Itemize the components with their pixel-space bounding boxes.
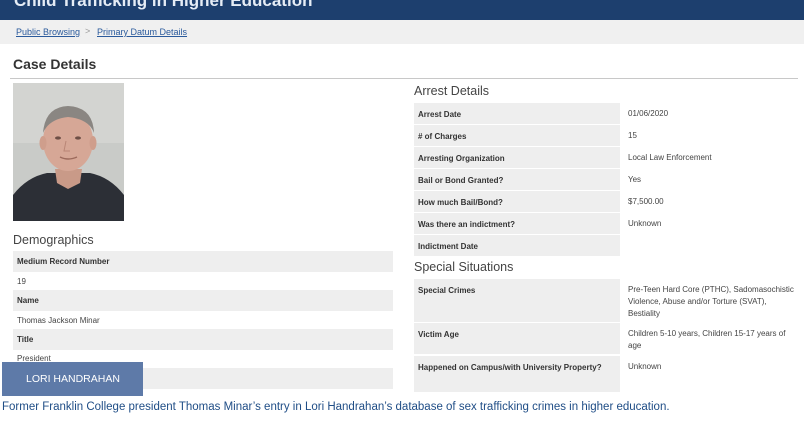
special-crimes-label: Special Crimes: [414, 279, 620, 322]
arresting-organization-label: Arresting Organization: [414, 147, 620, 168]
bail-granted-value: Yes: [628, 175, 642, 184]
special-situations-heading: Special Situations: [414, 260, 514, 274]
site-title: Child Trafficking in Higher Education: [14, 0, 313, 10]
screenshot-frame: Child Trafficking in Higher Education Pu…: [0, 0, 804, 392]
breadcrumb-primary-datum-details[interactable]: Primary Datum Details: [97, 27, 187, 37]
indictment-date-value: [628, 235, 800, 240]
name-value: Thomas Jackson Minar: [17, 316, 100, 325]
charges-value: 15: [628, 131, 637, 140]
arrest-date-label: Arrest Date: [414, 103, 620, 124]
breadcrumb: Public Browsing > Primary Datum Details: [0, 20, 804, 44]
victim-age-label: Victim Age: [414, 323, 620, 354]
indictment-date-row: Indictment Date: [414, 235, 804, 256]
image-caption: Former Franklin College president Thomas…: [2, 401, 670, 413]
bail-amount-value: $7,500.00: [628, 197, 664, 206]
bail-granted-label: Bail or Bond Granted?: [414, 169, 620, 190]
arrest-date-row: Arrest Date 01/06/2020: [414, 103, 804, 124]
special-crimes-row: Special Crimes Pre-Teen Hard Core (PTHC)…: [414, 279, 804, 322]
charges-label: # of Charges: [414, 125, 620, 146]
demographics-heading: Demographics: [13, 233, 94, 247]
breadcrumb-separator: >: [85, 26, 91, 36]
site-header: Child Trafficking in Higher Education: [0, 0, 804, 20]
page-title: Case Details: [13, 56, 97, 72]
indictment-date-label: Indictment Date: [414, 235, 620, 256]
arresting-organization-row: Arresting Organization Local Law Enforce…: [414, 147, 804, 168]
indictment-value: Unknown: [628, 219, 662, 228]
name-label: Name: [13, 290, 393, 311]
arresting-organization-value: Local Law Enforcement: [628, 153, 712, 162]
booking-photo: [13, 83, 124, 221]
title-label: Title: [13, 329, 393, 350]
booking-photo-image: [13, 83, 124, 221]
bail-amount-label: How much Bail/Bond?: [414, 191, 620, 212]
indictment-label: Was there an indictment?: [414, 213, 620, 234]
on-campus-value: Unknown: [628, 362, 662, 371]
photo-credit-badge: LORI HANDRAHAN: [2, 362, 143, 396]
medium-record-number-label: Medium Record Number: [13, 251, 393, 272]
arrest-details-heading: Arrest Details: [414, 84, 490, 98]
arrest-date-value: 01/06/2020: [628, 109, 669, 118]
title-divider: [10, 78, 798, 79]
breadcrumb-public-browsing[interactable]: Public Browsing: [16, 27, 80, 37]
medium-record-number-value: 19: [17, 277, 26, 286]
victim-age-value: Children 5-10 years, Children 15-17 year…: [628, 329, 786, 350]
special-crimes-value: Pre-Teen Hard Core (PTHC), Sadomasochist…: [628, 285, 794, 318]
on-campus-label: Happened on Campus/with University Prope…: [414, 356, 620, 392]
indictment-row: Was there an indictment? Unknown: [414, 213, 804, 234]
on-campus-row: Happened on Campus/with University Prope…: [414, 356, 804, 392]
bail-amount-row: How much Bail/Bond? $7,500.00: [414, 191, 804, 212]
bail-granted-row: Bail or Bond Granted? Yes: [414, 169, 804, 190]
victim-age-row: Victim Age Children 5-10 years, Children…: [414, 323, 804, 354]
charges-row: # of Charges 15: [414, 125, 804, 146]
